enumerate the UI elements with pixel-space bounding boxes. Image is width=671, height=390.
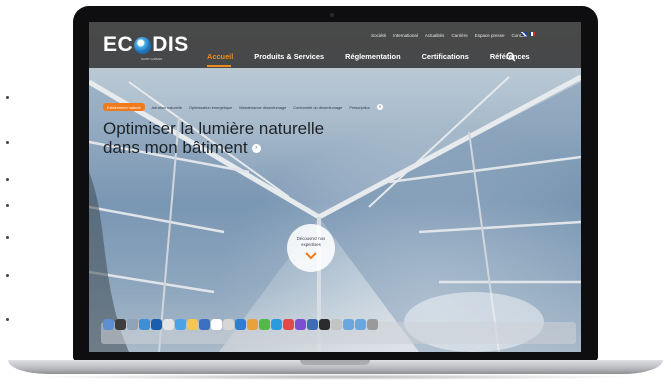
safari-icon[interactable] [175, 319, 186, 330]
downloads-folder-icon[interactable] [355, 319, 366, 330]
hero-title-line2: dans mon bâtiment [103, 137, 248, 157]
topnav-carriere[interactable]: Carrière [451, 33, 467, 38]
subnav-prescription[interactable]: Prescription [349, 105, 370, 110]
contacts-icon[interactable] [199, 319, 210, 330]
top-nav: Société International Actualités Carrièr… [371, 33, 527, 38]
subnav-eclairement-naturel[interactable]: Eclairement naturel [103, 103, 145, 111]
terminal-icon[interactable] [319, 319, 330, 330]
mail-icon[interactable] [163, 319, 174, 330]
subnav-maintenance-desenfumage[interactable]: Maintenance désenfumage [239, 105, 286, 110]
hero-title: Optimiser la lumière naturelle dans mon … [103, 119, 325, 157]
folder-icon[interactable] [343, 319, 354, 330]
active-nav-underline [207, 65, 231, 67]
logo-tagline: SAINT-GOBAIN [141, 57, 163, 61]
mainnav-certifications[interactable]: Certifications [422, 52, 469, 61]
topnav-espace-presse[interactable]: Espace presse [475, 33, 505, 38]
reminders-icon[interactable] [223, 319, 234, 330]
preferences-icon[interactable] [331, 319, 342, 330]
mainnav-accueil[interactable]: Accueil [207, 52, 233, 61]
mainnav-reglementation[interactable]: Réglementation [345, 52, 400, 61]
dock-icons [103, 319, 378, 330]
mainnav-produits-services[interactable]: Produits & Services [254, 52, 324, 61]
close-icon[interactable]: × [376, 104, 383, 110]
flag-fr-icon[interactable] [529, 32, 535, 36]
page-dots [0, 96, 12, 326]
notes-icon[interactable] [187, 319, 198, 330]
flag-uk-icon[interactable] [521, 32, 527, 36]
subnav-optimisation-energetique[interactable]: Optimisation énergétique [189, 105, 232, 110]
trash-icon[interactable] [367, 319, 378, 330]
discover-expertises-button[interactable]: Découvrez nos expertises [287, 224, 335, 272]
search-icon[interactable] [506, 52, 516, 62]
topnav-societe[interactable]: Société [371, 33, 386, 38]
app-store-icon[interactable] [139, 319, 150, 330]
launchpad-icon[interactable] [127, 319, 138, 330]
topnav-actualites[interactable]: Actualités [425, 33, 445, 38]
site-logo[interactable]: EC DIS [103, 33, 189, 56]
skylight-illustration [89, 74, 581, 352]
subnav-aeration-naturelle[interactable]: Aération naturelle [152, 105, 183, 110]
laptop-screen: EC DIS SAINT-GOBAIN Société International… [89, 22, 581, 352]
laptop-base [8, 360, 663, 374]
laptop-shadow [30, 374, 641, 380]
discover-label: Découvrez nos expertises [296, 236, 326, 247]
chevron-down-icon [305, 252, 317, 260]
topnav-international[interactable]: International [393, 33, 418, 38]
hero-title-line1: Optimiser la lumière naturelle [103, 119, 325, 138]
photos-icon[interactable] [247, 319, 258, 330]
language-flags [521, 32, 535, 36]
messages-icon[interactable] [259, 319, 270, 330]
mission-control-icon[interactable] [151, 319, 162, 330]
subnav-conformite-desenfumage[interactable]: Conformité du désenfumage [293, 105, 342, 110]
base-notch [300, 360, 370, 365]
itunes-icon[interactable] [283, 319, 294, 330]
maps-icon[interactable] [235, 319, 246, 330]
dashboard-icon[interactable] [115, 319, 126, 330]
arrow-right-icon[interactable]: › [251, 143, 261, 153]
site-header: EC DIS SAINT-GOBAIN Société International… [89, 22, 581, 68]
finder-icon[interactable] [103, 319, 114, 330]
ibooks-icon[interactable] [295, 319, 306, 330]
logo-globe-icon [134, 36, 152, 54]
camera [330, 13, 334, 17]
main-nav: Accueil Produits & Services Réglementati… [207, 52, 530, 61]
calendar-icon[interactable] [211, 319, 222, 330]
app-icon[interactable] [307, 319, 318, 330]
sub-nav: Eclairement naturel Aération naturelle O… [103, 103, 383, 111]
facetime-icon[interactable] [271, 319, 282, 330]
